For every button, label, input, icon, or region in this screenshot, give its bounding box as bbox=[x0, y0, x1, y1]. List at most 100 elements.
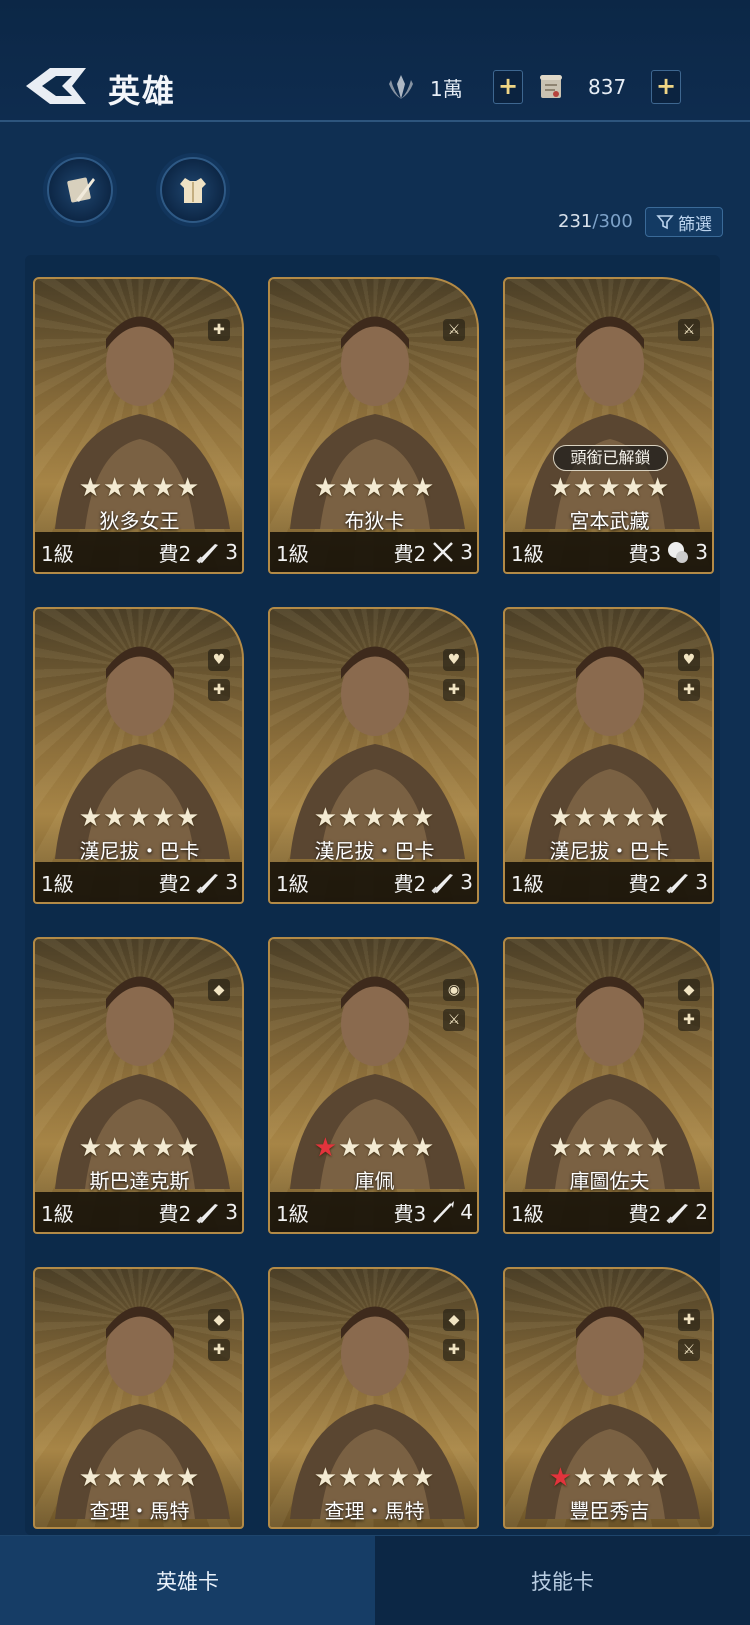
card-footer: 1級 費3 3 bbox=[505, 532, 712, 572]
shield-plus-icon: ✚ bbox=[678, 1309, 700, 1331]
hero-card[interactable]: ◆ ✚ ★★★★★ 查理・馬特 bbox=[33, 1267, 244, 1529]
star-icon: ★ bbox=[338, 803, 363, 833]
star-rating: ★★★★★ bbox=[505, 803, 712, 833]
star-icon: ★ bbox=[78, 803, 104, 833]
resource-value-emblem: 1萬 bbox=[430, 76, 463, 101]
rifle-icon bbox=[196, 544, 219, 564]
shield-icon: ◆ bbox=[443, 1309, 465, 1331]
role-icons: ⚔ bbox=[443, 319, 465, 341]
star-rating: ★★★★★ bbox=[270, 1463, 477, 1493]
hero-name: 狄多女王 bbox=[99, 509, 180, 533]
star-icon: ★ bbox=[410, 1133, 436, 1163]
red-star-icon: ★ bbox=[548, 1463, 574, 1493]
star-rating: ★★★★★ bbox=[35, 1133, 242, 1163]
weapon-count: 3 bbox=[225, 540, 238, 564]
star-icon: ★ bbox=[338, 1133, 363, 1163]
hero-cost: 費2 3 bbox=[159, 1198, 238, 1227]
star-icon: ★ bbox=[103, 473, 128, 503]
back-arrow-icon[interactable] bbox=[22, 62, 90, 110]
role-icons: ◆ bbox=[208, 979, 230, 1001]
card-footer: 1級 費3 4 bbox=[270, 1192, 477, 1232]
cost-value: 費2 bbox=[628, 1201, 662, 1226]
star-icon: ★ bbox=[313, 473, 339, 503]
shield-plus-icon: ✚ bbox=[208, 679, 230, 701]
star-icon: ★ bbox=[78, 1133, 104, 1163]
hero-cost: 費2 2 bbox=[629, 1198, 708, 1227]
hero-level: 1級 bbox=[41, 871, 74, 896]
star-icon: ★ bbox=[78, 473, 104, 503]
star-icon: ★ bbox=[573, 1463, 598, 1493]
page-title: 英雄 bbox=[108, 72, 177, 110]
resource-value-scroll: 837 bbox=[588, 75, 627, 99]
weapon-count: 3 bbox=[460, 540, 473, 564]
add-scroll-button[interactable]: + bbox=[651, 70, 681, 104]
cost-value: 費2 bbox=[393, 541, 427, 566]
star-rating: ★★★★★ bbox=[270, 473, 477, 503]
shield-plus-icon: ✚ bbox=[443, 679, 465, 701]
star-icon: ★ bbox=[338, 473, 363, 503]
star-icon: ★ bbox=[175, 1133, 201, 1163]
star-icon: ★ bbox=[645, 803, 671, 833]
shield-plus-icon: ✚ bbox=[678, 679, 700, 701]
role-icons: ◆ ✚ bbox=[208, 1309, 230, 1361]
hero-level: 1級 bbox=[511, 1201, 544, 1226]
hero-name: 漢尼拔・巴卡 bbox=[549, 839, 670, 863]
star-icon: ★ bbox=[621, 473, 646, 503]
hero-card[interactable]: ♥ ✚ ★★★★★ 漢尼拔・巴卡 1級 費2 3 bbox=[503, 607, 714, 904]
hero-card[interactable]: ◆ ✚ ★★★★★ 查理・馬特 bbox=[268, 1267, 479, 1529]
hero-card[interactable]: ⚔ 頭銜已解鎖 ★★★★★ 宮本武藏 1級 費3 3 bbox=[503, 277, 714, 574]
cost-value: 費2 bbox=[628, 871, 662, 896]
role-icons: ✚ bbox=[208, 319, 230, 341]
cost-value: 費2 bbox=[158, 541, 192, 566]
hero-card[interactable]: ⚔ ★★★★★ 布狄卡 1級 費2 3 bbox=[268, 277, 479, 574]
star-icon: ★ bbox=[548, 1133, 574, 1163]
weapon-count: 3 bbox=[695, 540, 708, 564]
hero-name: 庫圖佐夫 bbox=[569, 1169, 650, 1193]
cost-value: 費3 bbox=[628, 541, 662, 566]
hero-name: 漢尼拔・巴卡 bbox=[79, 839, 200, 863]
hero-name: 庫佩 bbox=[354, 1169, 395, 1193]
star-icon: ★ bbox=[573, 1133, 598, 1163]
star-icon: ★ bbox=[548, 803, 574, 833]
hero-cost: 費3 3 bbox=[629, 538, 708, 567]
card-footer: 1級 費2 3 bbox=[270, 862, 477, 902]
hero-cost: 費2 3 bbox=[159, 868, 238, 897]
tab-skill-cards[interactable]: 技能卡 bbox=[375, 1536, 750, 1625]
armor-button[interactable] bbox=[160, 157, 226, 223]
role-icons: ♥ ✚ bbox=[678, 649, 700, 701]
hero-level: 1級 bbox=[276, 1201, 309, 1226]
heart-plus-icon: ♥ bbox=[678, 649, 700, 671]
tab-hero-cards[interactable]: 英雄卡 bbox=[0, 1536, 375, 1625]
star-icon: ★ bbox=[127, 1133, 152, 1163]
sword-icon: ⚔ bbox=[443, 319, 465, 341]
cost-value: 費3 bbox=[393, 1201, 427, 1226]
hero-card[interactable]: ♥ ✚ ★★★★★ 漢尼拔・巴卡 1級 費2 3 bbox=[33, 607, 244, 904]
hero-card[interactable]: ✚ ⚔ ★★★★★ 豐臣秀吉 bbox=[503, 1267, 714, 1529]
red-star-icon: ★ bbox=[313, 1133, 339, 1163]
hero-name: 斯巴達克斯 bbox=[89, 1169, 190, 1193]
hero-cost: 費3 4 bbox=[394, 1198, 473, 1227]
hero-name: 宮本武藏 bbox=[569, 509, 650, 533]
hero-name: 漢尼拔・巴卡 bbox=[314, 839, 435, 863]
scroll-icon bbox=[540, 75, 562, 98]
filter-button[interactable]: 篩選 bbox=[645, 207, 723, 237]
hero-card[interactable]: ◆ ★★★★★ 斯巴達克斯 1級 費2 3 bbox=[33, 937, 244, 1234]
sword-icon: ⚔ bbox=[443, 1009, 465, 1031]
hero-card[interactable]: ✚ ★★★★★ 狄多女王 1級 費2 3 bbox=[33, 277, 244, 574]
hero-card[interactable]: ◆ ✚ ★★★★★ 庫圖佐夫 1級 費2 2 bbox=[503, 937, 714, 1234]
role-icons: ◆ ✚ bbox=[443, 1309, 465, 1361]
star-icon: ★ bbox=[151, 1133, 176, 1163]
star-icon: ★ bbox=[597, 473, 622, 503]
spear-icon bbox=[433, 1201, 455, 1223]
fist-icon bbox=[668, 542, 689, 563]
add-emblem-button[interactable]: + bbox=[493, 70, 523, 104]
star-icon: ★ bbox=[597, 803, 622, 833]
hero-card[interactable]: ◉ ⚔ ★★★★★ 庫佩 1級 費3 4 bbox=[268, 937, 479, 1234]
hero-card[interactable]: ♥ ✚ ★★★★★ 漢尼拔・巴卡 1級 費2 3 bbox=[268, 607, 479, 904]
hero-level: 1級 bbox=[276, 541, 309, 566]
hero-level: 1級 bbox=[41, 541, 74, 566]
star-icon: ★ bbox=[103, 803, 128, 833]
role-icons: ◉ ⚔ bbox=[443, 979, 465, 1031]
star-icon: ★ bbox=[386, 473, 411, 503]
scroll-feather-button[interactable] bbox=[47, 157, 113, 223]
